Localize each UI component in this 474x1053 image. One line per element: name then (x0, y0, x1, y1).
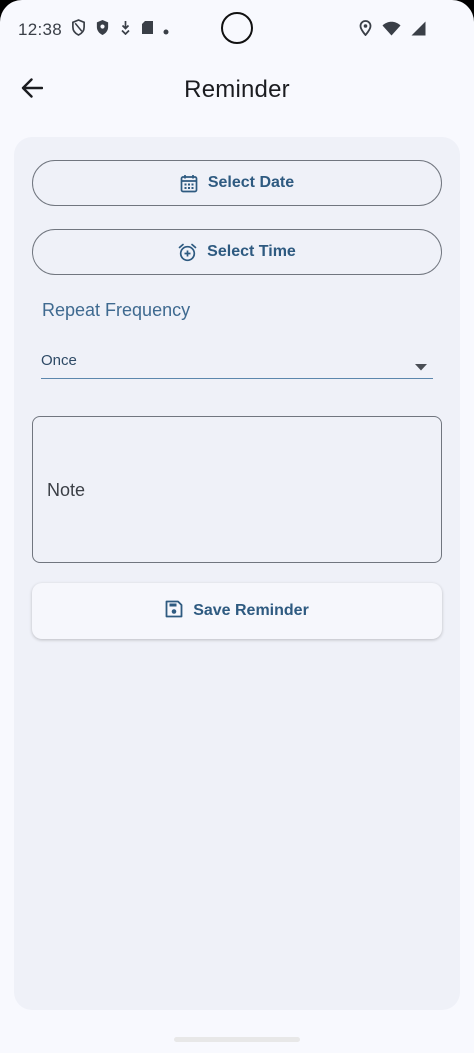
shield-filled-icon (95, 19, 110, 41)
alarm-add-icon (178, 243, 197, 262)
select-time-label: Select Time (207, 243, 296, 260)
status-bar: 12:38 (0, 0, 474, 58)
camera-cutout (221, 12, 253, 44)
reminder-form-card: Select Date Select Time Repeat Frequency… (14, 137, 460, 1010)
status-right (359, 20, 426, 41)
note-label: Note (47, 480, 86, 500)
save-reminder-label: Save Reminder (193, 602, 309, 619)
wifi-icon (382, 21, 401, 41)
gesture-nav-handle[interactable] (174, 1037, 300, 1042)
sd-card-icon (141, 20, 154, 40)
status-left: 12:38 (18, 19, 169, 41)
note-input[interactable]: Note (32, 416, 442, 563)
shield-outline-icon (71, 19, 86, 41)
reminder-screen: 12:38 Reminder Select Date Select Time R… (0, 0, 474, 1053)
select-date-button[interactable]: Select Date (32, 160, 442, 206)
location-icon (359, 20, 372, 41)
page-title: Reminder (184, 76, 290, 103)
repeat-frequency-value: Once (41, 352, 77, 369)
top-app-bar: Reminder (0, 58, 474, 122)
status-time: 12:38 (18, 20, 63, 39)
download-icon (119, 20, 132, 40)
select-time-button[interactable]: Select Time (32, 229, 442, 275)
repeat-frequency-dropdown[interactable]: Once (41, 347, 433, 379)
dropdown-arrow-icon (415, 358, 427, 376)
save-icon (165, 600, 183, 623)
save-reminder-button[interactable]: Save Reminder (32, 583, 442, 639)
cellular-signal-icon (411, 21, 426, 41)
notification-dot-icon (163, 20, 169, 40)
calendar-icon (180, 174, 198, 193)
repeat-frequency-label: Repeat Frequency (42, 300, 191, 320)
select-date-label: Select Date (207, 174, 295, 191)
